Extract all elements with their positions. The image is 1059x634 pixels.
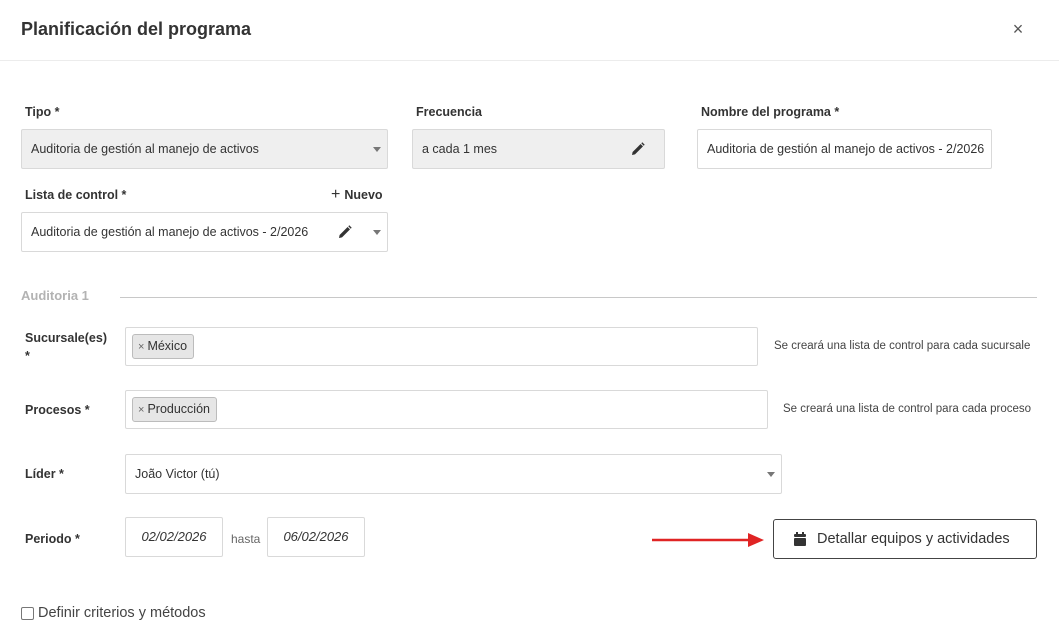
lista-value: Auditoria de gestión al manejo de activo… [31,225,309,239]
plus-icon: + [331,186,341,203]
chevron-down-icon [767,472,775,477]
pencil-icon[interactable] [631,142,645,156]
lista-select[interactable]: Auditoria de gestión al manejo de activo… [21,212,388,252]
sucursales-label: Sucursale(es) [25,331,107,345]
tag-produccion: × Producción [132,397,217,422]
procesos-hint: Se creará una lista de control para cada… [783,403,1032,415]
sucursales-required-mark: * [25,349,30,363]
new-label: Nuevo [344,188,383,202]
tag-remove-icon[interactable]: × [138,341,144,353]
dialog-title: Planificación del programa [21,19,252,39]
lider-value: João Victor (tú) [135,467,220,481]
red-arrow-annotation [652,533,764,547]
close-icon[interactable]: × [1008,18,1028,40]
chevron-down-icon[interactable] [373,230,381,235]
tag-mexico: × México [132,334,195,359]
dialog-header: Planificación del programa × [0,0,1059,61]
section-title: Auditoria 1 [21,288,89,303]
nombre-value: Auditoria de gestión al manejo de activo… [707,142,985,156]
date-separator: hasta [231,532,261,546]
section-divider [120,297,1037,298]
nombre-label: Nombre del programa * [701,105,840,119]
tipo-value: Auditoria de gestión al manejo de activo… [31,142,259,156]
tag-label: Producción [147,402,210,416]
tag-remove-icon[interactable]: × [138,404,144,416]
chevron-down-icon [373,147,381,152]
tag-label: México [147,339,188,353]
frecuencia-field: a cada 1 mes [412,129,665,169]
tipo-label: Tipo * [25,105,60,119]
procesos-label: Procesos * [25,403,90,417]
calendar-icon [794,532,806,546]
lider-select[interactable]: João Victor (tú) [125,454,782,494]
frecuencia-label: Frecuencia [416,105,483,119]
criteria-label[interactable]: Definir criterios y métodos [38,605,206,621]
new-checklist-link[interactable]: + Nuevo [331,186,383,204]
sucursales-multiselect[interactable]: × México [125,327,758,366]
frecuencia-value: a cada 1 mes [422,142,498,156]
detail-button-label: Detallar equipos y actividades [817,531,1010,547]
detail-teams-activities-button[interactable]: Detallar equipos y actividades [773,519,1037,559]
end-date-input[interactable]: 06/02/2026 [267,517,365,557]
start-date-input[interactable]: 02/02/2026 [125,517,223,557]
sucursales-hint: Se creará una lista de control para cada… [774,340,1031,352]
criteria-checkbox[interactable] [21,607,34,620]
periodo-label: Periodo * [25,532,80,546]
pencil-icon[interactable] [338,225,352,239]
lider-label: Líder * [25,467,64,481]
nombre-input[interactable]: Auditoria de gestión al manejo de activo… [697,129,992,169]
tipo-select[interactable]: Auditoria de gestión al manejo de activo… [21,129,388,169]
lista-label: Lista de control * [25,188,127,202]
procesos-multiselect[interactable]: × Producción [125,390,768,429]
